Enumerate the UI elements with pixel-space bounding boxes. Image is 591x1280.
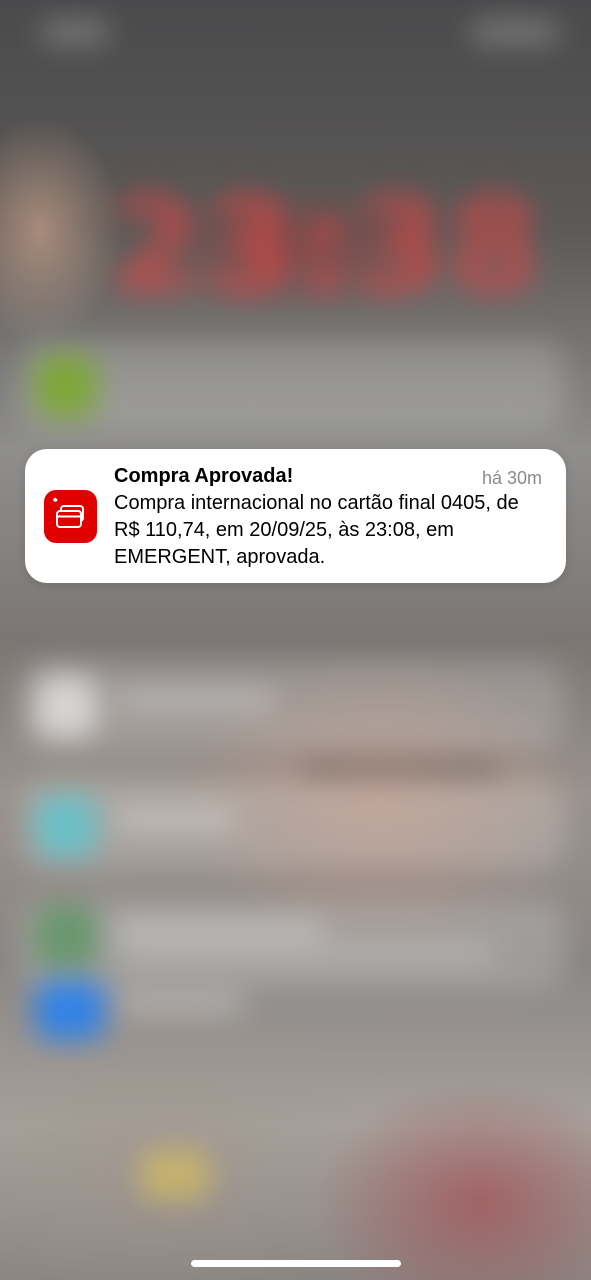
blurred-notification [20,340,565,430]
blurred-notification [20,660,565,750]
blurred-notification [20,780,565,870]
blurred-text [115,690,275,708]
lock-screen: 23:38 Compra Aprovada! há 30m Compra int… [0,0,591,1280]
blurred-text [300,760,500,778]
blurred-text [115,995,245,1013]
santander-card-icon [44,490,97,543]
status-bar-left [40,20,110,44]
notification-time: há 30m [481,468,542,488]
notification-title: Compra Aprovada! [114,465,294,487]
notification-banner[interactable]: Compra Aprovada! há 30m Compra internaci… [25,449,566,583]
notification-body: Compra internacional no cartão final 040… [114,492,519,568]
blurred-app-icon [35,980,105,1040]
blurred-text [115,810,235,828]
blurred-background: 23:38 [0,0,591,1280]
lockscreen-clock: 23:38 [110,170,544,322]
blurred-text [115,920,325,938]
status-bar-right [470,20,560,44]
card-icon [53,497,84,528]
blurred-app-icon [35,905,97,967]
blurred-app-icon [35,355,97,417]
blurred-shape [140,1150,210,1200]
blurred-text [115,945,495,963]
blurred-app-icon [35,795,97,857]
home-indicator[interactable] [191,1260,401,1267]
blurred-app-icon [35,675,97,737]
